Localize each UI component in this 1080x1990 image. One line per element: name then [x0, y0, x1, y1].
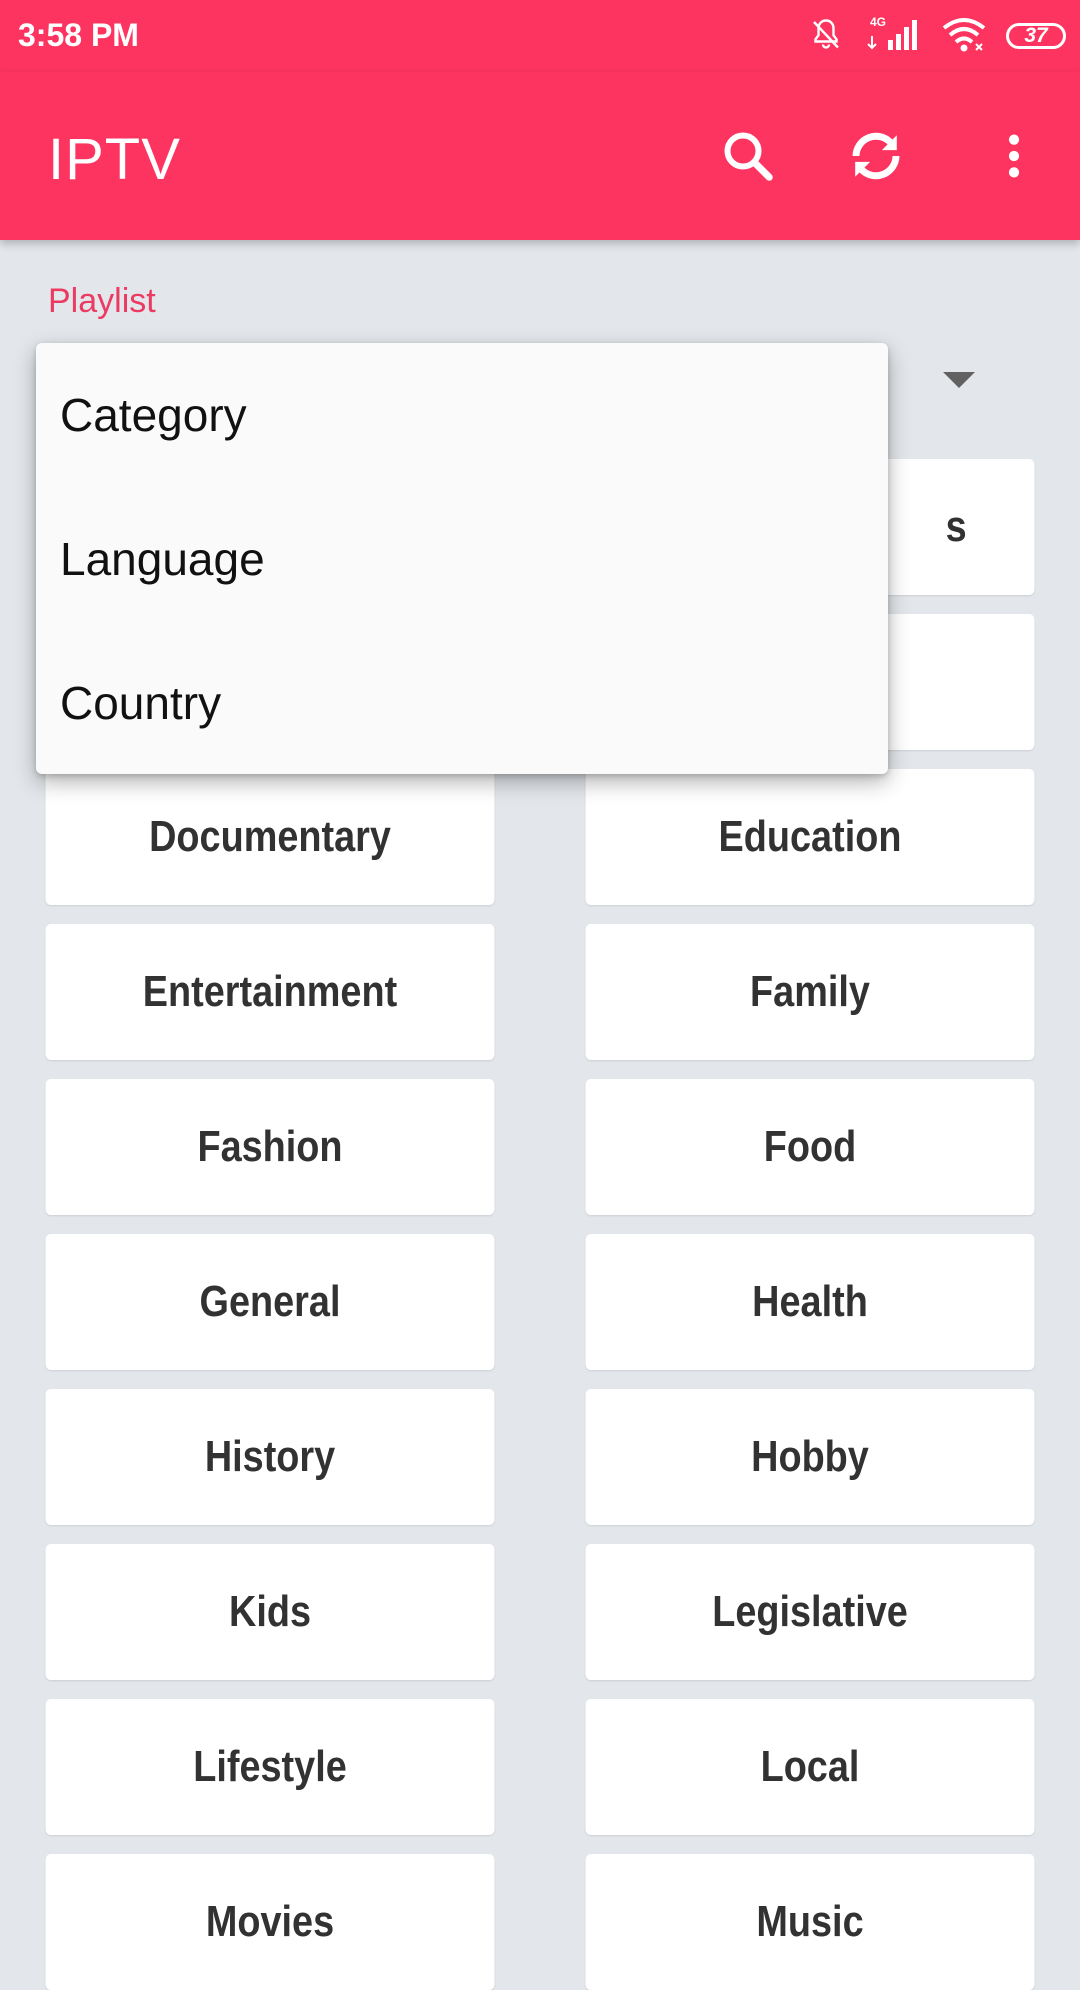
menu-item-category[interactable]: Category [36, 343, 888, 487]
category-tile-label: Hobby [751, 1432, 869, 1481]
menu-item-language[interactable]: Language [36, 487, 888, 631]
category-tile-label: General [199, 1277, 341, 1326]
category-tile-label: s [945, 502, 967, 551]
more-options-button[interactable] [978, 120, 1050, 192]
category-tile-label: Legislative [712, 1587, 908, 1636]
menu-item-country[interactable]: Country [36, 631, 888, 775]
notifications-off-icon [808, 16, 844, 57]
app-bar: IPTV [0, 72, 1080, 240]
category-tile-label: Kids [228, 1587, 311, 1636]
network-type: 4G [870, 15, 886, 29]
category-tile-label: History [204, 1432, 336, 1481]
category-tile[interactable]: Health [585, 1234, 1035, 1370]
category-tile[interactable]: Kids [45, 1544, 495, 1680]
category-tile-label: Fashion [197, 1122, 343, 1171]
category-tile[interactable]: Entertainment [45, 924, 495, 1060]
category-tile[interactable]: Food [585, 1079, 1035, 1215]
playlist-dropdown-menu: Category Language Country [36, 343, 888, 774]
more-vert-icon [1008, 134, 1020, 178]
category-tile-label: Lifestyle [193, 1742, 347, 1791]
category-tile[interactable]: Movies [45, 1854, 495, 1990]
app-title: IPTV [48, 127, 181, 192]
category-tile-label: Education [718, 812, 902, 861]
category-tile-label: Entertainment [142, 967, 398, 1016]
status-icons: 4G 37 [808, 14, 1066, 58]
category-tile[interactable]: History [45, 1389, 495, 1525]
category-tile[interactable]: General [45, 1234, 495, 1370]
category-tile[interactable]: Lifestyle [45, 1699, 495, 1835]
battery-indicator: 37 [1006, 23, 1066, 49]
category-tile[interactable]: Documentary [45, 769, 495, 905]
category-tile[interactable]: Hobby [585, 1389, 1035, 1525]
category-tile-label: Local [760, 1742, 860, 1791]
category-tile-label: Food [763, 1122, 857, 1171]
search-button[interactable] [712, 120, 784, 192]
sync-icon [852, 132, 900, 180]
category-tile-label: Movies [205, 1897, 335, 1946]
playlist-label: Playlist [48, 282, 156, 320]
wifi-icon [940, 14, 988, 59]
category-tile-label: Music [756, 1897, 864, 1946]
search-icon [724, 132, 773, 181]
category-tile[interactable]: Music [585, 1854, 1035, 1990]
category-tile[interactable]: Education [585, 769, 1035, 905]
category-tile[interactable]: Local [585, 1699, 1035, 1835]
status-time: 3:58 PM [18, 17, 139, 53]
refresh-button[interactable] [840, 120, 912, 192]
cellular-signal-icon: 4G [862, 14, 922, 59]
category-tile[interactable]: Family [585, 924, 1035, 1060]
category-tile-label: Health [752, 1277, 868, 1326]
category-tile[interactable]: Fashion [45, 1079, 495, 1215]
category-tile-label: Family [750, 967, 870, 1016]
status-bar: 3:58 PM 4G 37 [0, 0, 1080, 72]
dropdown-arrow-icon[interactable] [943, 372, 975, 388]
category-tile-label: Documentary [149, 812, 391, 861]
category-tile[interactable]: Legislative [585, 1544, 1035, 1680]
